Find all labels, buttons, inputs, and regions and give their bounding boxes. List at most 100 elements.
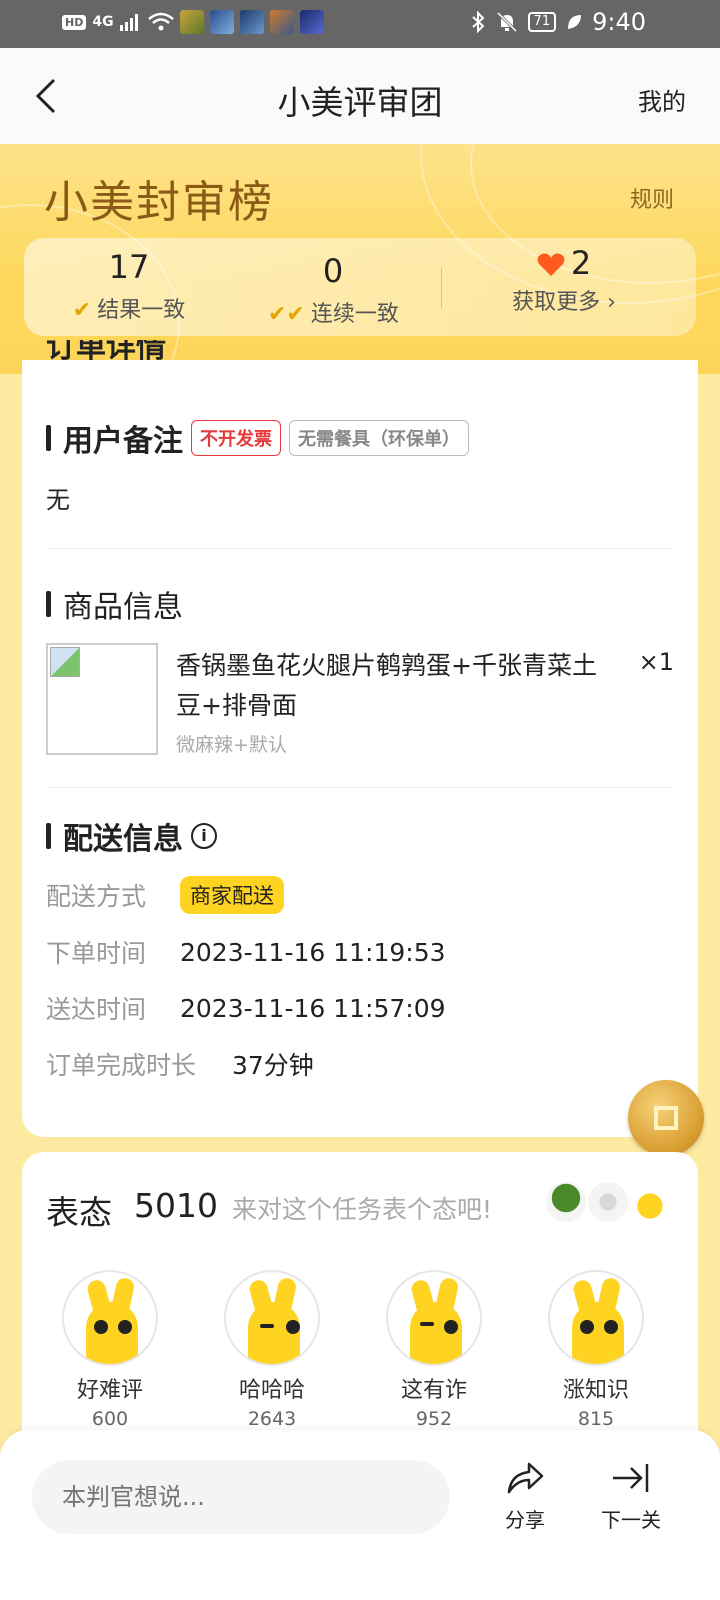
next-level-label: 下一关 [601, 1508, 661, 1532]
no-cutlery-tag: 无需餐具（环保单） [289, 420, 469, 456]
next-level-button[interactable]: 下一关 [596, 1460, 666, 1533]
coin-reward-icon[interactable] [628, 1080, 704, 1156]
heart-icon [537, 253, 565, 276]
delivered-time-row: 送达时间 2023-11-16 11:57:09 [46, 990, 446, 1026]
stat-value: 17 [108, 248, 150, 286]
stat-get-more[interactable]: 2 获取更多 › [494, 244, 634, 316]
reaction-suspicious[interactable]: 这有诈 952 [384, 1270, 484, 1430]
product-section-header: 商品信息 [46, 582, 183, 626]
product-name: 香锅墨鱼花火腿片鹌鹑蛋+千张青菜土豆+排骨面 [176, 651, 597, 720]
hd-badge: HD [62, 14, 87, 30]
plane-sticker-icon [588, 1182, 628, 1222]
reaction-label: 好难评 [76, 1378, 143, 1403]
reaction-hard-to-judge[interactable]: 好难评 600 [60, 1270, 160, 1430]
comment-input[interactable] [32, 1460, 450, 1534]
product-image [46, 643, 158, 755]
signal-icon [119, 14, 138, 31]
mute-bell-icon [496, 11, 517, 33]
remark-text: 无 [46, 486, 70, 514]
rules-link[interactable]: 规则 [630, 182, 674, 214]
completion-duration-row: 订单完成时长 37分钟 [46, 1046, 314, 1082]
navigation-bar: 小美评审团 我的 [0, 48, 720, 144]
kangaroo-sticker-icon [630, 1182, 670, 1222]
order-detail-card: 用户备注 不开发票 无需餐具（环保单） 无 商品信息 香锅墨鱼花火腿片鹌鹑蛋+千… [22, 360, 698, 1137]
stats-divider [441, 268, 442, 308]
section-bar [46, 591, 51, 617]
double-check-icon: ✔✔ [268, 302, 305, 327]
section-bar [46, 425, 51, 451]
reaction-learned[interactable]: 涨知识 815 [546, 1270, 646, 1430]
row-key: 下单时间 [46, 939, 147, 968]
notification-app-icon [209, 10, 234, 34]
product-spec: 微麻辣+默认 [176, 734, 287, 756]
order-detail-heading: 订单详情 [46, 340, 166, 360]
row-value: 2023-11-16 11:57:09 [180, 993, 446, 1023]
broken-image-icon [50, 647, 80, 677]
skip-next-icon [613, 1464, 649, 1492]
stat-label-row: ✔✔ 连续一致 [268, 296, 399, 328]
brand-logo-text: 小美封审榜 [44, 177, 274, 228]
bluetooth-icon [471, 11, 484, 33]
stat-consecutive: 0 ✔✔ 连续一致 [268, 252, 399, 328]
sticker-group[interactable] [546, 1182, 670, 1222]
remark-title: 用户备注 [63, 424, 183, 459]
notification-app-icon [269, 10, 294, 34]
get-more-link[interactable]: 获取更多 › [494, 284, 634, 316]
my-link[interactable]: 我的 [638, 82, 686, 117]
stat-value: 0 [322, 252, 344, 290]
clock: 9:40 [592, 8, 646, 36]
reaction-label: 哈哈哈 [238, 1378, 305, 1403]
share-button[interactable]: 分享 [490, 1460, 560, 1533]
coin-hole [654, 1106, 678, 1130]
status-left: HD 4G [62, 10, 324, 34]
row-value: 2023-11-16 11:19:53 [180, 937, 446, 967]
remark-section-header: 用户备注 不开发票 无需餐具（环保单） [46, 416, 469, 460]
delivery-method-row: 配送方式 商家配送 [46, 876, 284, 914]
check-icon: ✔ [72, 298, 92, 323]
kangaroo-suspicious-icon [386, 1270, 482, 1366]
info-icon[interactable]: i [191, 823, 217, 849]
share-icon [507, 1462, 544, 1494]
product-quantity: ×1 [638, 648, 674, 676]
kangaroo-thumbs-up-icon [548, 1270, 644, 1366]
delivery-title: 配送信息 [63, 822, 183, 857]
divider [46, 548, 674, 549]
tree-sticker-icon [546, 1182, 586, 1222]
stat-consistent-results: 17 ✔ 结果一致 [64, 248, 194, 324]
status-bar: HD 4G 71 9:40 [0, 0, 720, 48]
page-title: 小美评审团 [277, 83, 443, 122]
hearts-row: 2 [494, 244, 634, 282]
reaction-label: 这有诈 [400, 1378, 467, 1403]
kangaroo-confused-icon [62, 1270, 158, 1366]
reaction-haha[interactable]: 哈哈哈 2643 [222, 1270, 322, 1430]
row-value: 37分钟 [232, 1051, 314, 1080]
bottom-action-bar: 分享 下一关 [0, 1430, 720, 1600]
stat-label: 连续一致 [310, 302, 399, 327]
order-time-row: 下单时间 2023-11-16 11:19:53 [46, 934, 446, 970]
reaction-count-value: 815 [577, 1408, 615, 1430]
reaction-count-value: 2643 [247, 1408, 297, 1430]
notification-app-icon [299, 10, 324, 34]
battery-level: 71 [527, 12, 557, 32]
stats-panel: 17 ✔ 结果一致 0 ✔✔ 连续一致 2 获取更多 › [24, 238, 696, 336]
delivery-method-badge: 商家配送 [180, 876, 284, 914]
reaction-label: 涨知识 [562, 1378, 629, 1403]
stat-label-row: ✔ 结果一致 [64, 292, 194, 324]
kangaroo-laughing-icon [224, 1270, 320, 1366]
wifi-icon [147, 12, 174, 31]
notification-app-icon [179, 10, 204, 34]
section-bar [46, 823, 51, 849]
reaction-count-value: 600 [91, 1408, 129, 1430]
row-key: 配送方式 [46, 882, 147, 911]
reaction-hint: 来对这个任务表个态吧! [232, 1195, 493, 1224]
share-label: 分享 [505, 1508, 545, 1532]
product-title: 商品信息 [63, 590, 183, 625]
row-key: 订单完成时长 [46, 1051, 197, 1080]
divider [46, 787, 674, 788]
status-right: 71 9:40 [470, 8, 646, 36]
row-key: 送达时间 [46, 995, 147, 1024]
reaction-count-value: 952 [415, 1408, 453, 1430]
stat-label: 结果一致 [97, 298, 186, 323]
no-invoice-tag: 不开发票 [191, 420, 281, 456]
reaction-title: 表态 [46, 1193, 112, 1232]
